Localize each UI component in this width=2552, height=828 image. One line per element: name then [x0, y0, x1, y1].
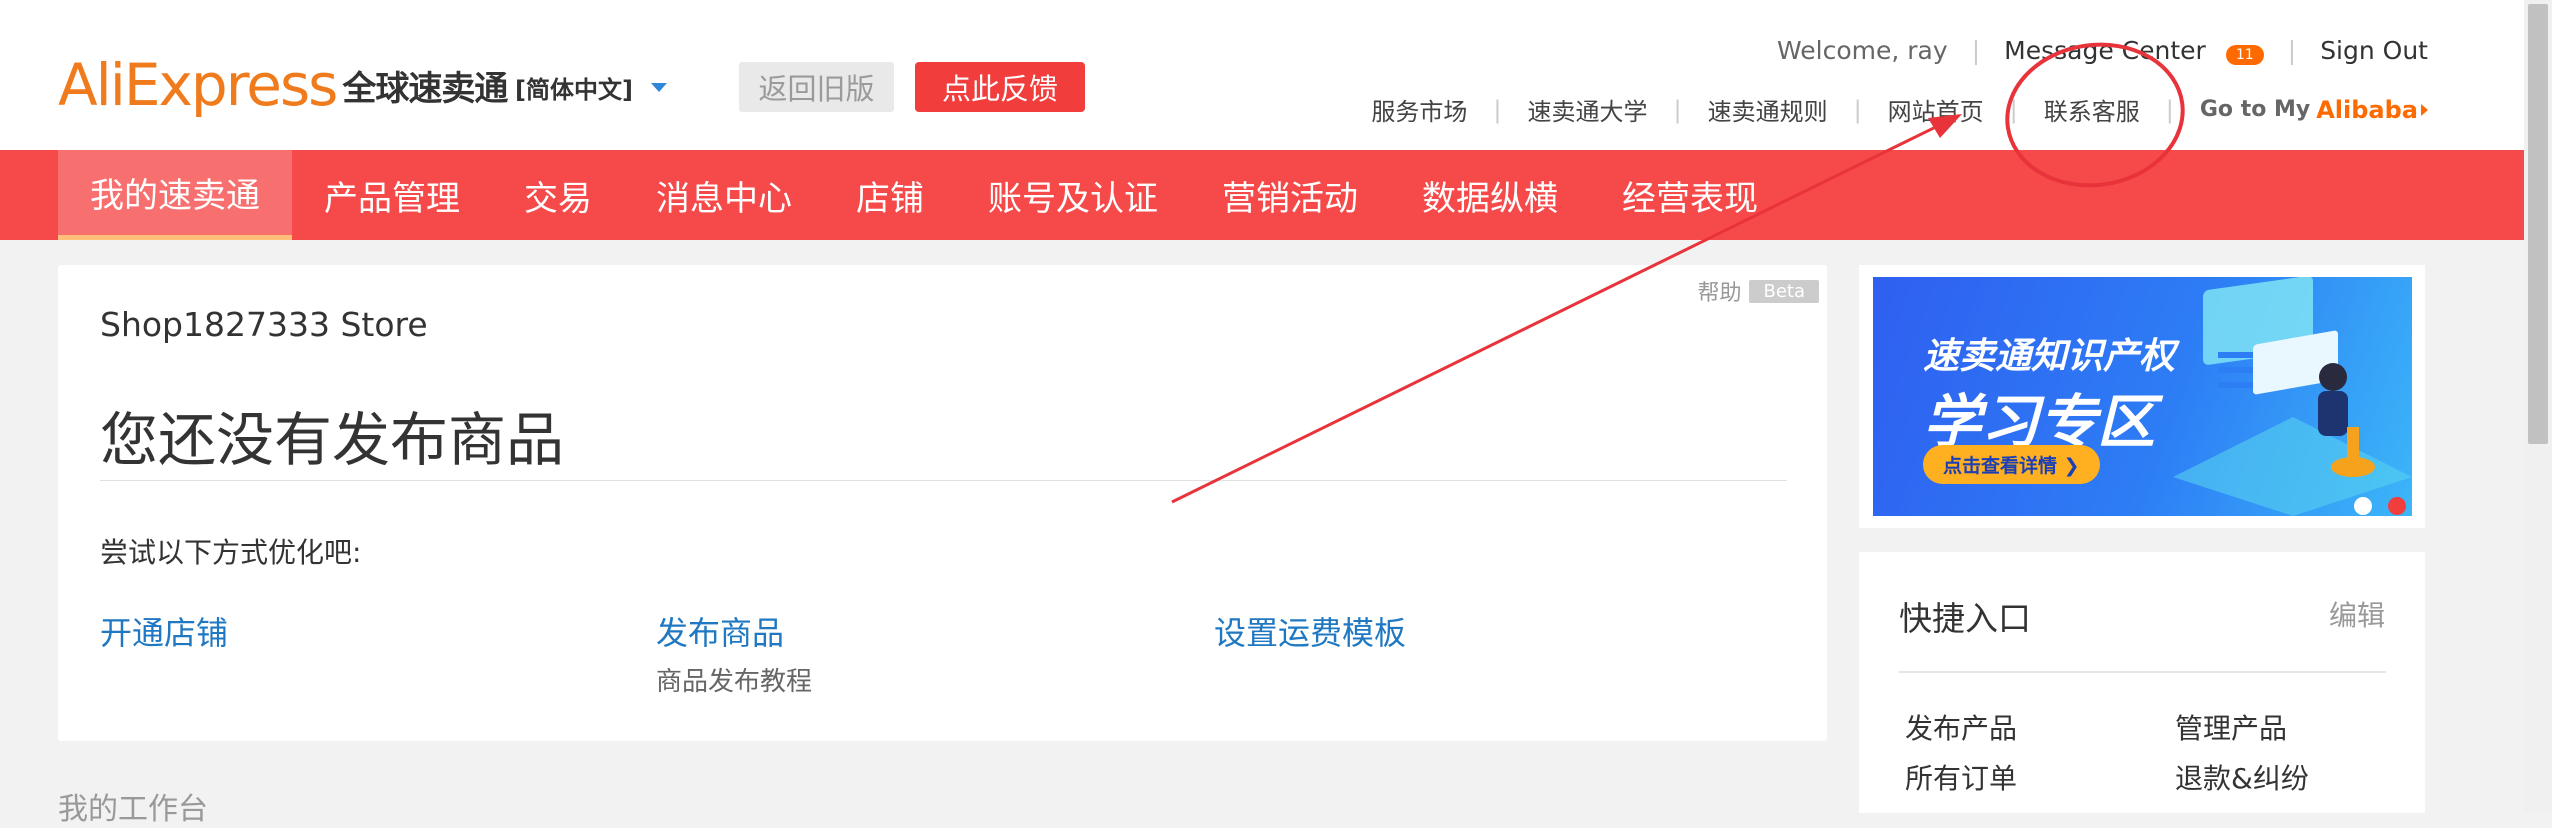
goto-prefix: Go to My	[2199, 97, 2311, 122]
ip-learning-banner[interactable]: 速卖通知识产权 学习专区 点击查看详情 ❯	[1873, 277, 2412, 516]
alibaba-brand: Alibaba	[2316, 95, 2418, 124]
divider: |	[2165, 95, 2174, 124]
carousel-dot[interactable]	[2354, 497, 2372, 515]
aliexpress-university-link[interactable]: 速卖通大学	[1527, 92, 1647, 127]
user-toolbar: Welcome, ray | Message Center 11 | Sign …	[1777, 36, 2428, 65]
message-center-link[interactable]: Message Center 11	[2004, 36, 2264, 65]
welcome-text: Welcome, ray	[1777, 36, 1948, 65]
old-version-button[interactable]: 返回旧版	[739, 62, 894, 112]
quick-link-orders[interactable]: 所有订单	[1905, 757, 2017, 797]
language-selector[interactable]: [简体中文]	[515, 70, 667, 105]
quick-edit-button[interactable]: 编辑	[2329, 594, 2385, 634]
chevron-right-icon	[2421, 103, 2428, 116]
divider: |	[1971, 36, 1981, 65]
nav-store[interactable]: 店铺	[824, 150, 956, 240]
quick-divider	[1899, 671, 2386, 673]
banner-title: 速卖通知识产权	[1923, 336, 2176, 377]
store-summary-card: 帮助 Beta Shop1827333 Store 您还没有发布商品 尝试以下方…	[58, 265, 1827, 741]
service-market-link[interactable]: 服务市场	[1371, 92, 1467, 127]
quick-link-refunds[interactable]: 退款&纠纷	[2175, 757, 2309, 797]
banner-cta-button[interactable]: 点击查看详情 ❯	[1923, 445, 2100, 484]
divider: |	[2287, 36, 2297, 65]
logo-text: AliExpress	[58, 51, 338, 119]
top-header: AliExpress 全球速卖通 [简体中文] 返回旧版 点此反馈 Welcom…	[0, 0, 2552, 150]
section-divider	[100, 480, 1787, 481]
nav-messages[interactable]: 消息中心	[624, 150, 824, 240]
divider: |	[1853, 95, 1862, 124]
suggestion-text: 尝试以下方式优化吧:	[100, 536, 362, 569]
rules-link[interactable]: 速卖通规则	[1708, 92, 1828, 127]
header-sublinks: 服务市场 | 速卖通大学 | 速卖通规则 | 网站首页 | 联系客服 | Go …	[1371, 92, 2428, 127]
scrollbar-thumb[interactable]	[2528, 4, 2548, 444]
logo-subtitle: 全球速卖通	[342, 68, 508, 109]
workbench-heading: 我的工作台	[58, 792, 208, 827]
nav-account[interactable]: 账号及认证	[956, 150, 1190, 240]
divider: |	[2009, 95, 2018, 124]
feedback-button[interactable]: 点此反馈	[915, 62, 1085, 112]
divider: |	[1493, 95, 1502, 124]
aliexpress-logo[interactable]: AliExpress 全球速卖通	[58, 50, 508, 120]
site-home-link[interactable]: 网站首页	[1888, 92, 1984, 127]
shipping-template-link[interactable]: 设置运费模板	[1214, 608, 1406, 654]
carousel-dot-active[interactable]	[2388, 497, 2406, 515]
divider: |	[1673, 95, 1682, 124]
banner-card: 速卖通知识产权 学习专区 点击查看详情 ❯	[1859, 265, 2425, 528]
store-name: Shop1827333 Store	[100, 305, 428, 344]
page-scrollbar[interactable]	[2524, 0, 2552, 813]
message-center-label: Message Center	[2004, 36, 2206, 65]
open-store-link[interactable]: 开通店铺	[100, 608, 228, 654]
language-label: [简体中文]	[515, 76, 633, 104]
quick-link-manage[interactable]: 管理产品	[2175, 707, 2287, 747]
nav-marketing[interactable]: 营销活动	[1190, 150, 1390, 240]
empty-state-title: 您还没有发布商品	[100, 406, 565, 474]
chevron-down-icon	[650, 83, 667, 92]
quick-link-publish[interactable]: 发布产品	[1905, 707, 2017, 747]
message-count-badge: 11	[2225, 45, 2264, 65]
nav-trade[interactable]: 交易	[492, 150, 624, 240]
quick-entry-card: 快捷入口 编辑 发布产品 管理产品 所有订单 退款&纠纷	[1859, 552, 2425, 813]
help-label: 帮助	[1697, 281, 1742, 306]
publish-tutorial-link[interactable]: 商品发布教程	[656, 661, 812, 698]
main-nav: 我的速卖通 产品管理 交易 消息中心 店铺 账号及认证 营销活动 数据纵横 经营…	[0, 150, 2524, 240]
nav-my-aliexpress[interactable]: 我的速卖通	[58, 150, 292, 240]
publish-product-link[interactable]: 发布商品	[656, 608, 784, 654]
nav-performance[interactable]: 经营表现	[1590, 150, 1790, 240]
sign-out-link[interactable]: Sign Out	[2320, 36, 2428, 65]
nav-data[interactable]: 数据纵横	[1390, 150, 1590, 240]
nav-products[interactable]: 产品管理	[292, 150, 492, 240]
beta-badge: Beta	[1749, 279, 1819, 303]
goto-alibaba-link[interactable]: Go to My Alibaba	[2200, 96, 2428, 124]
quick-entry-title: 快捷入口	[1899, 599, 2031, 638]
help-link[interactable]: 帮助 Beta	[1697, 275, 1819, 307]
contact-support-link[interactable]: 联系客服	[2044, 92, 2140, 127]
